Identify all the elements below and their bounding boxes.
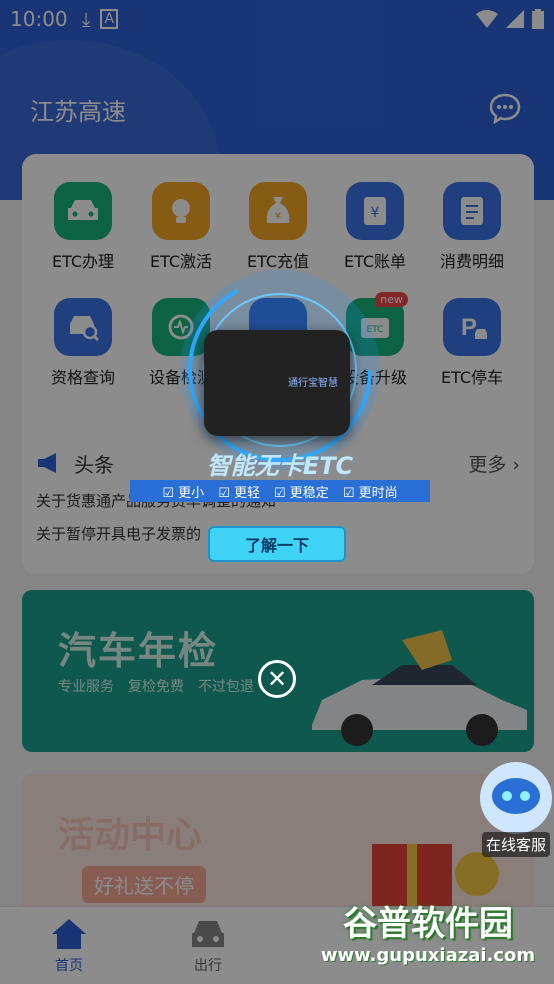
feature-item: ☑ 更小 (162, 485, 205, 501)
etc-promo-popup: 通行宝智慧 智能无卡ETC ☑ 更小 ☑ 更轻 ☑ 更稳定 ☑ 更时尚 了解一下 (130, 270, 430, 570)
popup-headline: 智能无卡ETC (206, 452, 354, 480)
feature-item: ☑ 更稳定 (274, 485, 329, 501)
robot-icon (480, 762, 552, 834)
online-service-button[interactable]: 在线客服 (478, 760, 554, 860)
learn-more-button[interactable]: 了解一下 (208, 526, 346, 562)
watermark-title: 谷普软件园 (343, 904, 513, 944)
feature-item-label: 更小 (178, 485, 205, 501)
feature-bar: ☑ 更小 ☑ 更轻 ☑ 更稳定 ☑ 更时尚 (130, 480, 430, 502)
feature-item-label: 更时尚 (358, 485, 398, 501)
close-icon[interactable]: ✕ (258, 660, 296, 698)
site-watermark: 谷普软件园 www.gupuxiazai.com (302, 896, 554, 984)
watermark-url: www.gupuxiazai.com (320, 945, 536, 966)
feature-item-label: 更稳定 (289, 485, 329, 501)
device-brand: 通行宝智慧 (288, 378, 338, 389)
feature-item-label: 更轻 (233, 485, 260, 501)
feature-item: ☑ 更时尚 (342, 485, 398, 501)
feature-item: ☑ 更轻 (218, 485, 260, 501)
etc-device-image: 通行宝智慧 (204, 330, 350, 436)
online-service-label: 在线客服 (482, 832, 551, 857)
